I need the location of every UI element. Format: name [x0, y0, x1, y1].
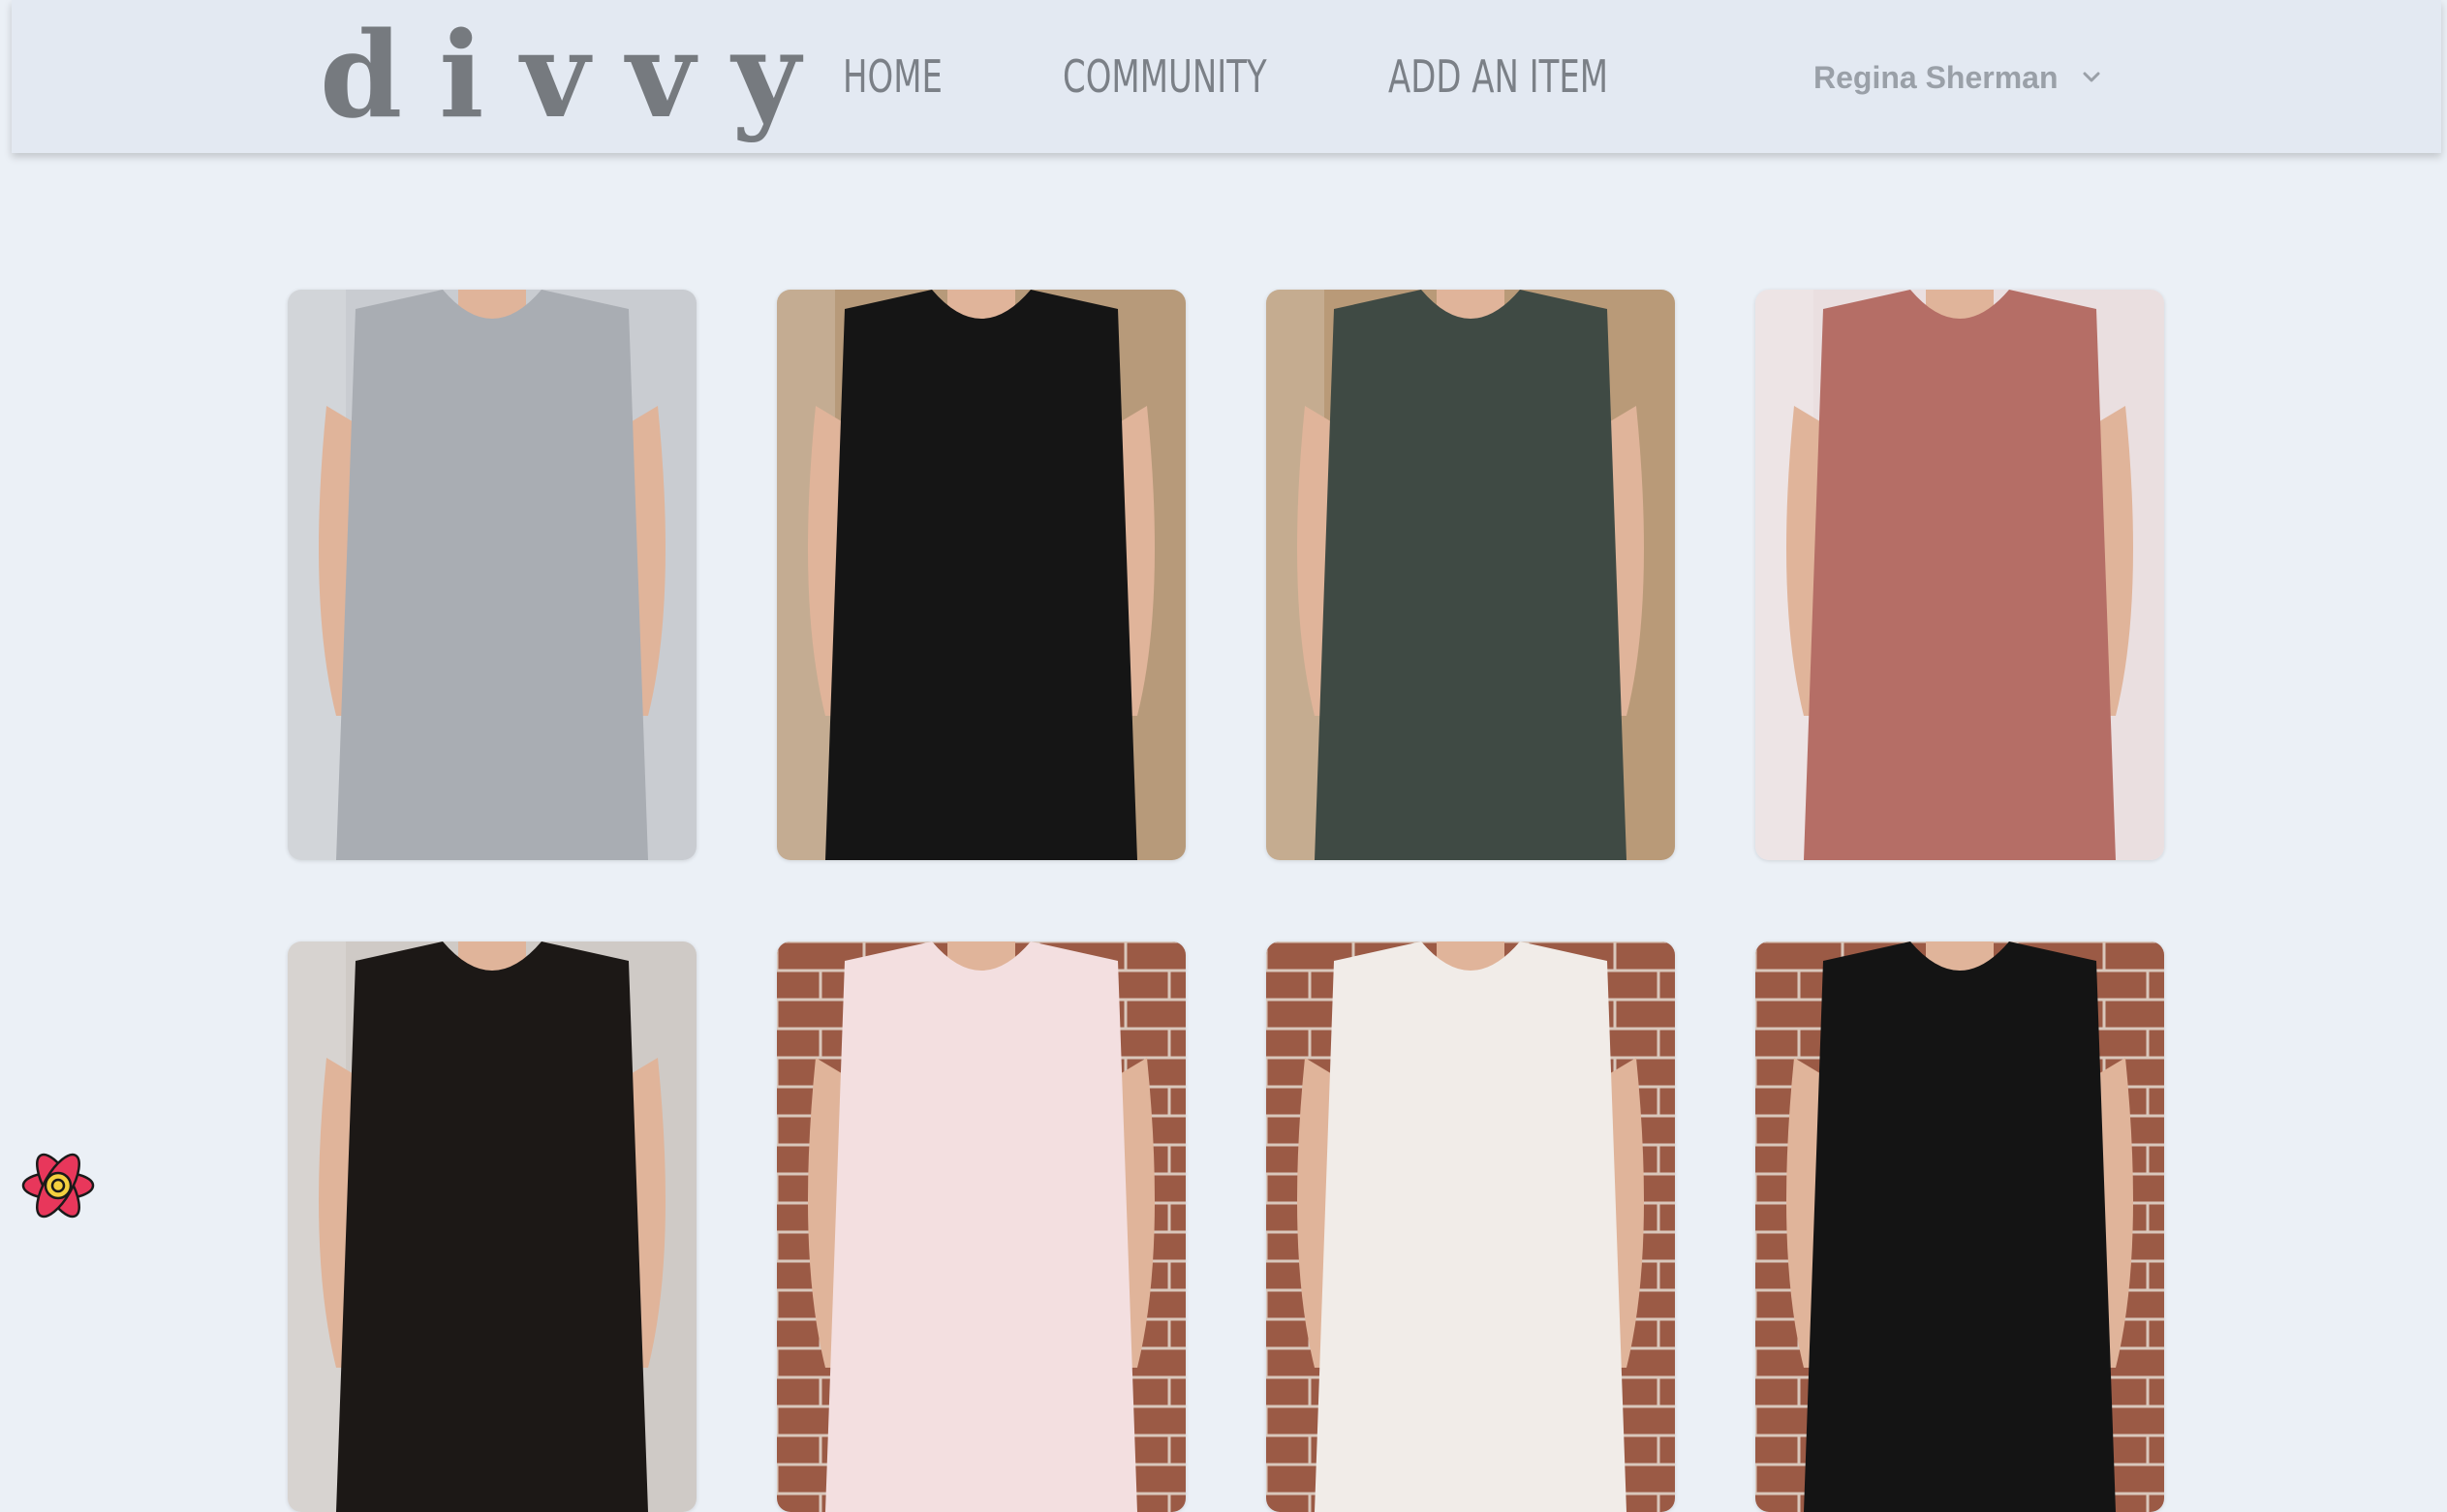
- green-knit-cardigan-photo: [1266, 290, 1675, 860]
- black-cami-top-photo: [1755, 941, 2164, 1512]
- nav-community-link[interactable]: COMMUNITY: [1063, 43, 1267, 110]
- white-flutter-sleeve-dress-photo: [1266, 941, 1675, 1512]
- user-menu-dropdown[interactable]: Regina Sherman: [1813, 50, 2103, 105]
- item-card[interactable]: [777, 941, 1186, 1512]
- black-embroidered-jumpsuit-photo: [777, 290, 1186, 860]
- item-card[interactable]: [288, 290, 697, 860]
- pink-open-knit-sweater-photo: [1755, 290, 2164, 860]
- item-card[interactable]: [288, 941, 697, 1512]
- item-grid: [288, 290, 2167, 1512]
- top-navbar: divvy HOME COMMUNITY ADD AN ITEM Regina …: [12, 0, 2441, 153]
- item-card[interactable]: [1266, 290, 1675, 860]
- item-card[interactable]: [777, 290, 1186, 860]
- black-floral-top-photo: [288, 941, 697, 1512]
- chevron-down-icon: [2080, 66, 2103, 89]
- nav-add-item-link[interactable]: ADD AN ITEM: [1388, 43, 1608, 110]
- item-card[interactable]: [1266, 941, 1675, 1512]
- item-card[interactable]: [1755, 941, 2164, 1512]
- pink-polka-dot-dress-photo: [777, 941, 1186, 1512]
- item-card[interactable]: [1755, 290, 2164, 860]
- divvy-logo[interactable]: divvy: [320, 2, 837, 147]
- user-name: Regina Sherman: [1813, 59, 2059, 95]
- nav-home-link[interactable]: HOME: [843, 43, 943, 110]
- react-devtools-icon[interactable]: [17, 1145, 99, 1226]
- gray-tiered-dress-photo: [288, 290, 697, 860]
